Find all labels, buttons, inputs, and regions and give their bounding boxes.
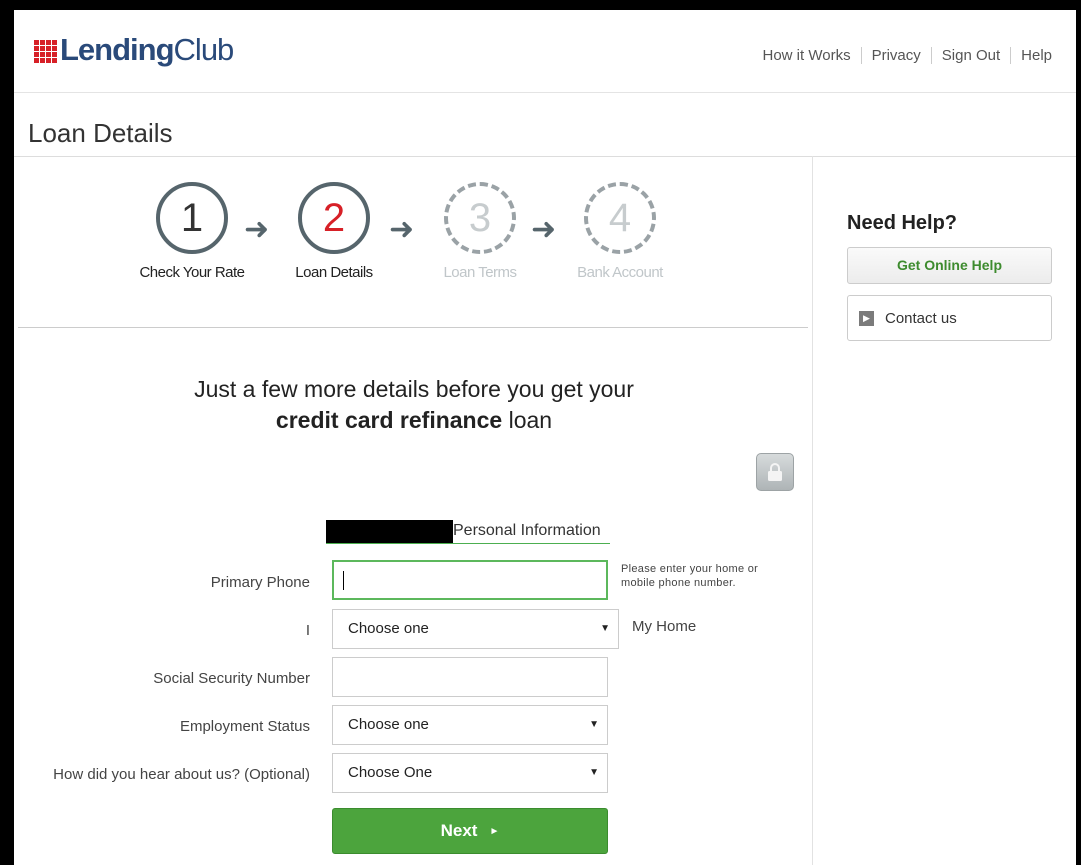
dropdown-arrow-icon: ▼: [600, 623, 610, 634]
lendingclub-logo[interactable]: LendingClub: [34, 32, 235, 68]
referral-label: How did you hear about us? (Optional): [53, 766, 310, 783]
step-bank-account: 4 Bank Account: [550, 182, 690, 281]
phone-type-text: My Home: [632, 618, 697, 635]
step-2-label: Loan Details: [295, 264, 373, 281]
contact-us-label: Contact us: [885, 310, 957, 327]
redacted-block: [326, 520, 453, 543]
contact-arrow-icon: ▶: [859, 311, 874, 326]
phone-hint: Please enter your home or mobile phone n…: [621, 562, 786, 590]
phone-hint-text: Please enter your home or mobile phone n…: [621, 563, 759, 589]
step-loan-details: 2 Loan Details: [264, 182, 404, 281]
step-1-label: Check Your Rate: [139, 264, 245, 281]
primary-phone-label: Primary Phone: [210, 574, 310, 591]
intro-line-1: Just a few more details before you get y…: [194, 376, 634, 402]
step-loan-terms: 3 Loan Terms: [410, 182, 550, 281]
title-divider: [14, 156, 1076, 157]
intro-text: Just a few more details before you get y…: [114, 374, 714, 436]
ssn-label: Social Security Number: [153, 670, 310, 687]
ssn-input[interactable]: [332, 657, 608, 697]
employment-status-select[interactable]: Choose one ▼: [332, 705, 608, 745]
section-title: Personal Information: [453, 522, 601, 539]
step-4-circle: 4: [584, 182, 656, 254]
intro-line-2: credit card refinance loan: [114, 405, 714, 436]
page-title: Loan Details: [28, 118, 173, 148]
steps-divider: [18, 327, 808, 328]
nav-sign-out[interactable]: Sign Out: [930, 47, 1010, 64]
step-2-circle: 2: [298, 182, 370, 254]
step-3-circle: 3: [444, 182, 516, 254]
phone-type-select[interactable]: Choose one ▼: [332, 609, 619, 649]
logo-text-club: Club: [173, 32, 235, 67]
sidebar-divider: [812, 156, 813, 865]
security-lock-badge[interactable]: [756, 453, 794, 491]
step-4-label: Bank Account: [577, 264, 663, 281]
next-button[interactable]: Next ►: [332, 808, 608, 854]
step-check-your-rate: 1 Check Your Rate: [122, 182, 262, 281]
intro-line-2-rest: loan: [502, 407, 553, 433]
step-3-label: Loan Terms: [443, 264, 517, 281]
employment-status-selected: Choose one: [348, 716, 429, 733]
logo-text-lending: Lending: [60, 32, 175, 67]
nav-how-it-works[interactable]: How it Works: [753, 47, 861, 64]
nav-help[interactable]: Help: [1010, 47, 1062, 64]
need-help-heading: Need Help?: [847, 212, 958, 234]
nav-privacy[interactable]: Privacy: [860, 47, 931, 64]
logo-text: LendingClub: [60, 32, 235, 68]
header-divider: [14, 92, 1076, 93]
get-online-help-button[interactable]: Get Online Help: [847, 247, 1052, 284]
referral-select[interactable]: Choose One ▼: [332, 753, 608, 793]
section-underline: [326, 543, 610, 544]
contact-us-button[interactable]: ▶ Contact us: [847, 295, 1052, 341]
primary-phone-input[interactable]: [332, 560, 608, 600]
logo-mark-icon: [34, 40, 57, 63]
step-1-circle: 1: [156, 182, 228, 254]
referral-selected: Choose One: [348, 764, 433, 781]
phone-type-selected: Choose one: [348, 620, 429, 637]
dropdown-arrow-icon: ▼: [589, 767, 599, 778]
top-nav: How it Works Privacy Sign Out Help: [753, 47, 1063, 64]
dropdown-arrow-icon: ▼: [589, 719, 599, 730]
text-caret: [343, 571, 344, 590]
next-button-label: Next: [440, 821, 478, 840]
phone-type-label: I: [305, 622, 310, 639]
play-triangle-icon: ►: [489, 826, 500, 837]
lock-icon: [768, 463, 782, 481]
employment-status-label: Employment Status: [179, 718, 310, 735]
app-frame: LendingClub How it Works Privacy Sign Ou…: [14, 10, 1076, 865]
loan-type: credit card refinance: [275, 407, 503, 433]
